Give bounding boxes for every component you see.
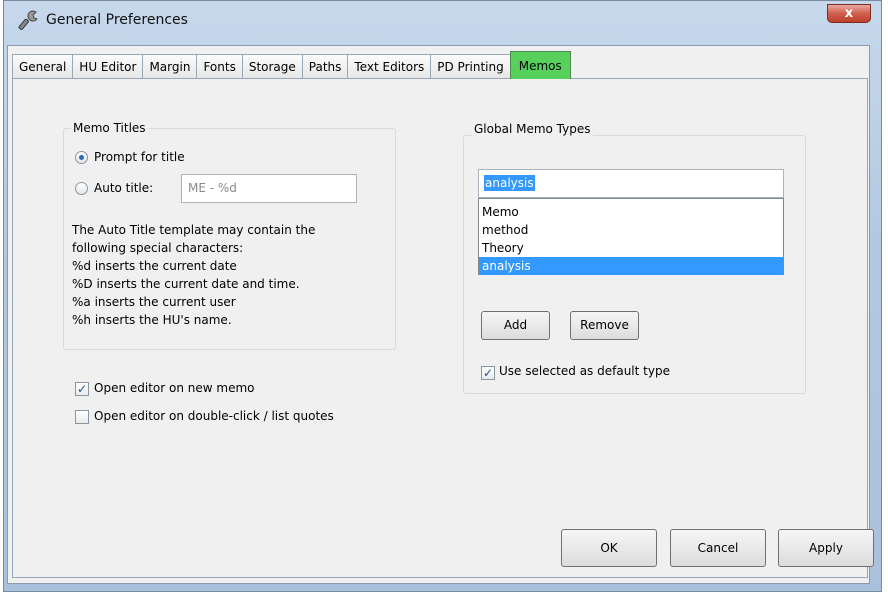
open-editor-new-memo-label[interactable]: Open editor on new memo [94, 381, 254, 395]
close-icon: x [844, 6, 854, 21]
help-line: %a inserts the current user [72, 295, 236, 309]
list-item-analysis[interactable]: analysis [479, 257, 783, 275]
prompt-for-title-label[interactable]: Prompt for title [94, 150, 185, 164]
window-title: General Preferences [46, 12, 188, 28]
tab-storage[interactable]: Storage [241, 54, 303, 79]
memo-types-list[interactable]: Memo method Theory analysis [478, 198, 784, 275]
tab-pd-printing[interactable]: PD Printing [430, 54, 511, 79]
open-editor-new-memo-checkbox[interactable]: ✓ [75, 382, 89, 396]
auto-title-input[interactable]: ME - %d [181, 174, 357, 203]
tab-paths[interactable]: Paths [301, 54, 349, 79]
help-line: The Auto Title template may contain the [72, 223, 316, 237]
tab-general[interactable]: General [12, 54, 74, 79]
tab-memos[interactable]: Memos [509, 51, 571, 79]
prompt-for-title-radio[interactable] [75, 151, 88, 164]
tab-fonts[interactable]: Fonts [196, 54, 243, 79]
tab-margin[interactable]: Margin [142, 54, 198, 79]
memo-titles-label: Memo Titles [71, 121, 148, 135]
list-item-method[interactable]: method [479, 221, 783, 239]
global-memo-types-label: Global Memo Types [472, 122, 593, 136]
wrench-icon [18, 10, 38, 30]
tab-strip: General HU Editor Margin Fonts Storage P… [12, 51, 571, 79]
add-button[interactable]: Add [481, 311, 550, 340]
checkmark-icon: ✓ [76, 382, 88, 396]
cancel-button[interactable]: Cancel [670, 529, 766, 567]
help-line: %h inserts the HU's name. [72, 313, 232, 327]
auto-title-radio[interactable] [75, 182, 88, 195]
memo-type-input[interactable]: analysis [478, 169, 784, 198]
list-item-theory[interactable]: Theory [479, 239, 783, 257]
open-editor-dblclick-label[interactable]: Open editor on double-click / list quote… [94, 409, 334, 423]
apply-button[interactable]: Apply [778, 529, 874, 567]
checkmark-icon: ✓ [482, 366, 494, 380]
use-selected-default-label[interactable]: Use selected as default type [499, 364, 670, 378]
help-line: %d inserts the current date [72, 259, 237, 273]
auto-title-label[interactable]: Auto title: [94, 181, 153, 195]
help-line: following special characters: [72, 241, 244, 255]
remove-button[interactable]: Remove [570, 311, 639, 340]
open-editor-dblclick-checkbox[interactable] [75, 410, 89, 424]
help-line: %D inserts the current date and time. [72, 277, 300, 291]
memo-type-input-value: analysis [484, 175, 535, 191]
radio-selected-dot [79, 155, 84, 160]
title-bar[interactable]: General Preferences x [4, 1, 881, 37]
tab-text-editors[interactable]: Text Editors [347, 54, 432, 79]
close-button[interactable]: x [827, 4, 871, 23]
list-item-memo[interactable]: Memo [479, 203, 783, 221]
auto-title-help-text: The Auto Title template may contain the … [72, 221, 315, 329]
use-selected-default-checkbox[interactable]: ✓ [481, 366, 495, 380]
tab-hu-editor[interactable]: HU Editor [72, 54, 144, 79]
ok-button[interactable]: OK [561, 529, 657, 567]
